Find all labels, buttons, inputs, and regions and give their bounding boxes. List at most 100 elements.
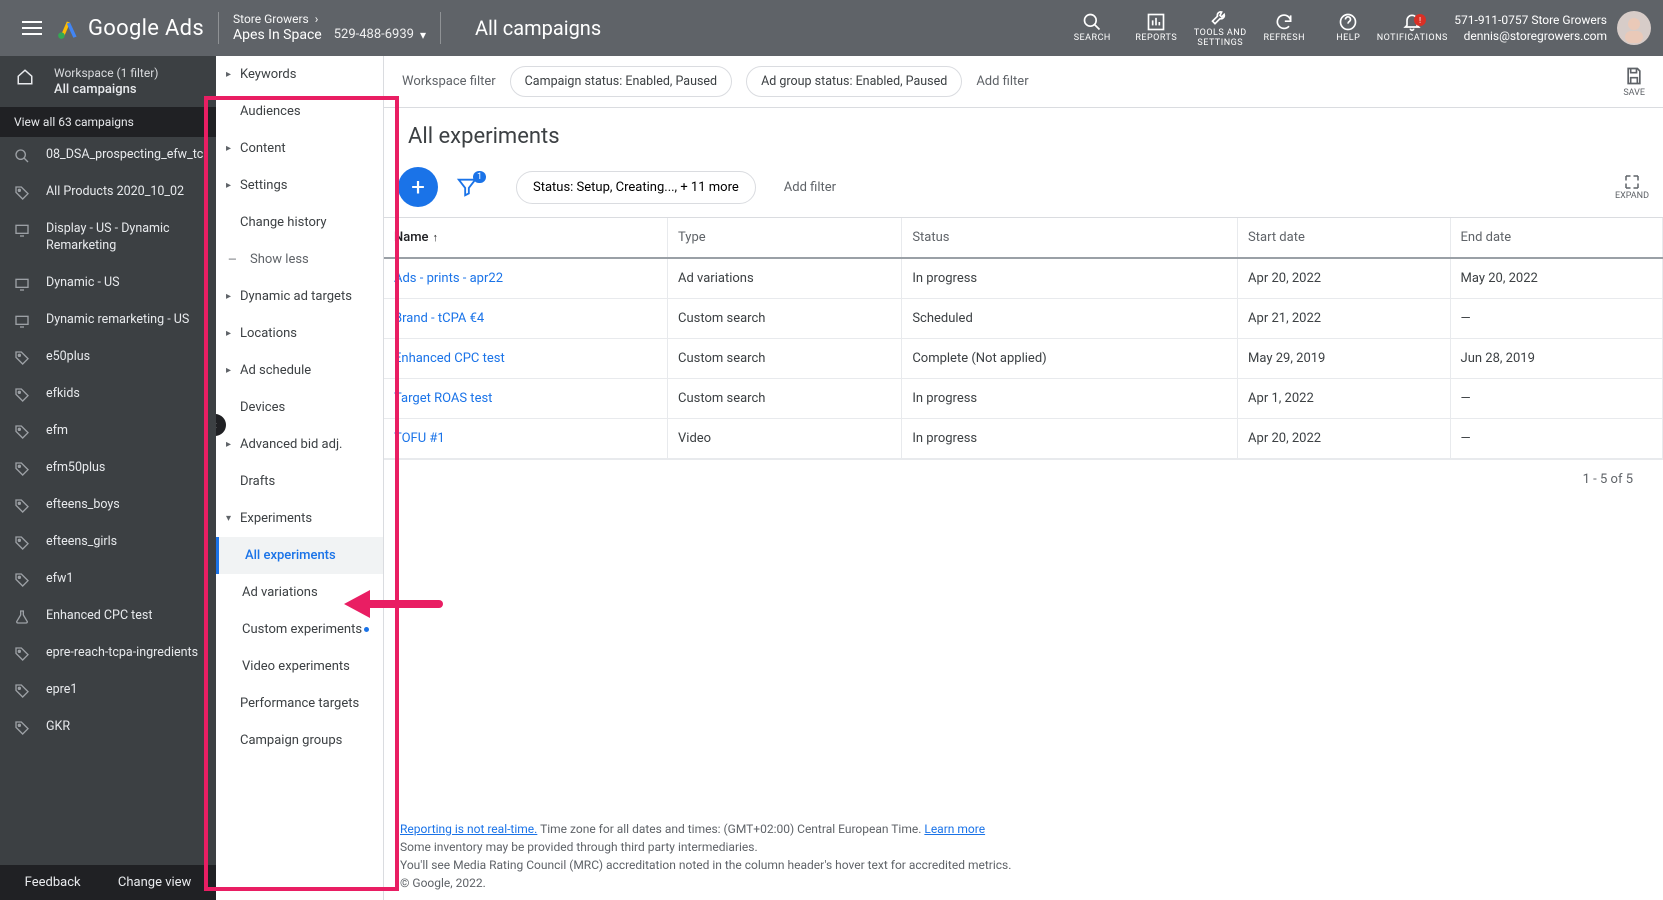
experiment-name-link[interactable]: Brand - tCPA €4	[384, 299, 668, 339]
table-row[interactable]: Target ROAS testCustom searchIn progress…	[384, 379, 1663, 419]
pagination: 1 - 5 of 5	[384, 459, 1663, 499]
workspace-subtitle: All campaigns	[54, 82, 202, 97]
filter-chip-adgroup-status[interactable]: Ad group status: Enabled, Paused	[746, 66, 962, 97]
hamburger-menu-icon[interactable]	[12, 8, 52, 48]
page-title: All campaigns	[475, 16, 601, 40]
sidebar-campaign-item[interactable]: e50plus	[0, 339, 216, 376]
column-status[interactable]: Status	[902, 218, 1238, 258]
nav-item-dynamic-ad-targets[interactable]: Dynamic ad targets	[216, 278, 383, 315]
account-switcher[interactable]: Store Growers › Apes In Space 529-488-69…	[233, 12, 426, 43]
status-filter-chip[interactable]: Status: Setup, Creating..., + 11 more	[516, 171, 756, 204]
column-name[interactable]: Name↑	[384, 218, 668, 258]
tools-button[interactable]: TOOLS AND SETTINGS	[1188, 7, 1252, 49]
filter-button[interactable]: 1	[456, 176, 478, 198]
campaign-label: Enhanced CPC test	[46, 608, 152, 625]
product-logo[interactable]: Google Ads	[56, 15, 204, 41]
column-start-date[interactable]: Start date	[1238, 218, 1450, 258]
sidebar-campaign-item[interactable]: Enhanced CPC test	[0, 598, 216, 635]
sidebar-campaign-item[interactable]: Dynamic remarketing - US	[0, 302, 216, 339]
feedback-link[interactable]: Feedback	[25, 875, 81, 890]
sidebar-campaign-item[interactable]: efkids	[0, 376, 216, 413]
experiment-type: Custom search	[668, 299, 902, 339]
sidebar-campaign-item[interactable]: efm	[0, 413, 216, 450]
sidebar-campaign-item[interactable]: All Products 2020_10_02	[0, 174, 216, 211]
nav-item-devices[interactable]: Devices	[216, 389, 383, 426]
sidebar-campaign-item[interactable]: efm50plus	[0, 450, 216, 487]
workspace-header[interactable]: Workspace (1 filter) All campaigns	[0, 56, 216, 107]
sidebar-campaign-item[interactable]: efw1	[0, 561, 216, 598]
campaign-label: efteens_boys	[46, 497, 120, 514]
campaign-label: All Products 2020_10_02	[46, 184, 184, 201]
nav-item-content[interactable]: Content	[216, 130, 383, 167]
workspace-filter-bar: Workspace filter Campaign status: Enable…	[384, 56, 1663, 108]
add-filter-link[interactable]: Add filter	[976, 74, 1028, 89]
expand-button[interactable]: EXPAND	[1615, 173, 1649, 201]
filter-chip-campaign-status[interactable]: Campaign status: Enabled, Paused	[510, 66, 732, 97]
nav-item-experiments[interactable]: Experiments	[216, 500, 383, 537]
sidebar-campaign-item[interactable]: 08_DSA_prospecting_efw_tcpa	[0, 137, 216, 174]
sidebar-campaign-item[interactable]: Dynamic - US	[0, 265, 216, 302]
nav-item-audiences[interactable]: Audiences	[216, 93, 383, 130]
divider	[440, 12, 441, 44]
search-button[interactable]: SEARCH	[1060, 12, 1124, 44]
nav-item-ad-variations[interactable]: Ad variations	[216, 574, 383, 611]
nav-item-all-experiments[interactable]: All experiments	[216, 537, 383, 574]
nav-item-show-less[interactable]: Show less	[216, 241, 383, 278]
sidebar-campaign-item[interactable]: Display - US - Dynamic Remarketing	[0, 211, 216, 265]
sidebar-campaign-item[interactable]: efteens_boys	[0, 487, 216, 524]
change-view-link[interactable]: Change view	[118, 875, 191, 890]
sidebar-campaign-item[interactable]: epre1	[0, 672, 216, 709]
nav-item-performance-targets[interactable]: Performance targets	[216, 685, 383, 722]
nav-item-settings[interactable]: Settings	[216, 167, 383, 204]
help-button[interactable]: HELP	[1316, 12, 1380, 44]
parent-account-name: Store Growers	[233, 12, 309, 26]
experiment-start-date: Apr 21, 2022	[1238, 299, 1450, 339]
experiment-type: Custom search	[668, 379, 902, 419]
sidebar-campaign-item[interactable]: GKR	[0, 709, 216, 746]
sidebar-campaign-item[interactable]: epre-reach-tcpa-ingredients	[0, 635, 216, 672]
experiment-start-date: May 29, 2019	[1238, 339, 1450, 379]
column-type[interactable]: Type	[668, 218, 902, 258]
add-experiment-button[interactable]: +	[398, 167, 438, 207]
flask-icon	[14, 609, 32, 625]
experiment-status: Complete (Not applied)	[902, 339, 1238, 379]
reports-button[interactable]: REPORTS	[1124, 12, 1188, 44]
nav-item-campaign-groups[interactable]: Campaign groups	[216, 722, 383, 759]
nav-item-ad-schedule[interactable]: Ad schedule	[216, 352, 383, 389]
table-row[interactable]: Ads - prints - apr22Ad variationsIn prog…	[384, 258, 1663, 299]
nav-item-video-experiments[interactable]: Video experiments	[216, 648, 383, 685]
experiment-end-date: —	[1450, 419, 1662, 459]
reports-icon	[1146, 12, 1166, 32]
campaign-label: e50plus	[46, 349, 90, 366]
table-row[interactable]: Brand - tCPA €4Custom searchScheduledApr…	[384, 299, 1663, 339]
campaign-label: Dynamic - US	[46, 275, 120, 292]
page-nav: ‹ KeywordsAudiencesContentSettingsChange…	[216, 56, 384, 900]
experiment-name-link[interactable]: Target ROAS test	[384, 379, 668, 419]
user-menu[interactable]: 571-911-0757 Store Growers dennis@storeg…	[1454, 11, 1651, 45]
divider	[218, 12, 219, 44]
experiment-name-link[interactable]: Ads - prints - apr22	[384, 258, 668, 299]
notifications-button[interactable]: ! NOTIFICATIONS	[1380, 12, 1444, 44]
refresh-button[interactable]: REFRESH	[1252, 12, 1316, 44]
nav-item-drafts[interactable]: Drafts	[216, 463, 383, 500]
experiment-name-link[interactable]: TOFU #1	[384, 419, 668, 459]
table-row[interactable]: Enhanced CPC testCustom searchComplete (…	[384, 339, 1663, 379]
learn-more-link[interactable]: Learn more	[924, 822, 985, 836]
add-filter-button[interactable]: Add filter	[784, 180, 836, 195]
nav-item-locations[interactable]: Locations	[216, 315, 383, 352]
nav-item-change-history[interactable]: Change history	[216, 204, 383, 241]
reporting-realtime-link[interactable]: Reporting is not real-time.	[400, 822, 537, 836]
save-button[interactable]: SAVE	[1623, 66, 1645, 98]
nav-item-custom-experiments[interactable]: Custom experiments	[216, 611, 383, 648]
child-account-name: Apes In Space	[233, 27, 322, 44]
nav-item-keywords[interactable]: Keywords	[216, 56, 383, 93]
nav-item-advanced-bid-adj-[interactable]: Advanced bid adj.	[216, 426, 383, 463]
tag-icon	[14, 424, 32, 440]
experiment-name-link[interactable]: Enhanced CPC test	[384, 339, 668, 379]
table-row[interactable]: TOFU #1VideoIn progressApr 20, 2022—	[384, 419, 1663, 459]
column-end-date[interactable]: End date	[1450, 218, 1662, 258]
tag-icon	[14, 185, 32, 201]
view-all-campaigns[interactable]: View all 63 campaigns	[0, 107, 216, 137]
sidebar-campaign-item[interactable]: efteens_girls	[0, 524, 216, 561]
experiment-type: Custom search	[668, 339, 902, 379]
